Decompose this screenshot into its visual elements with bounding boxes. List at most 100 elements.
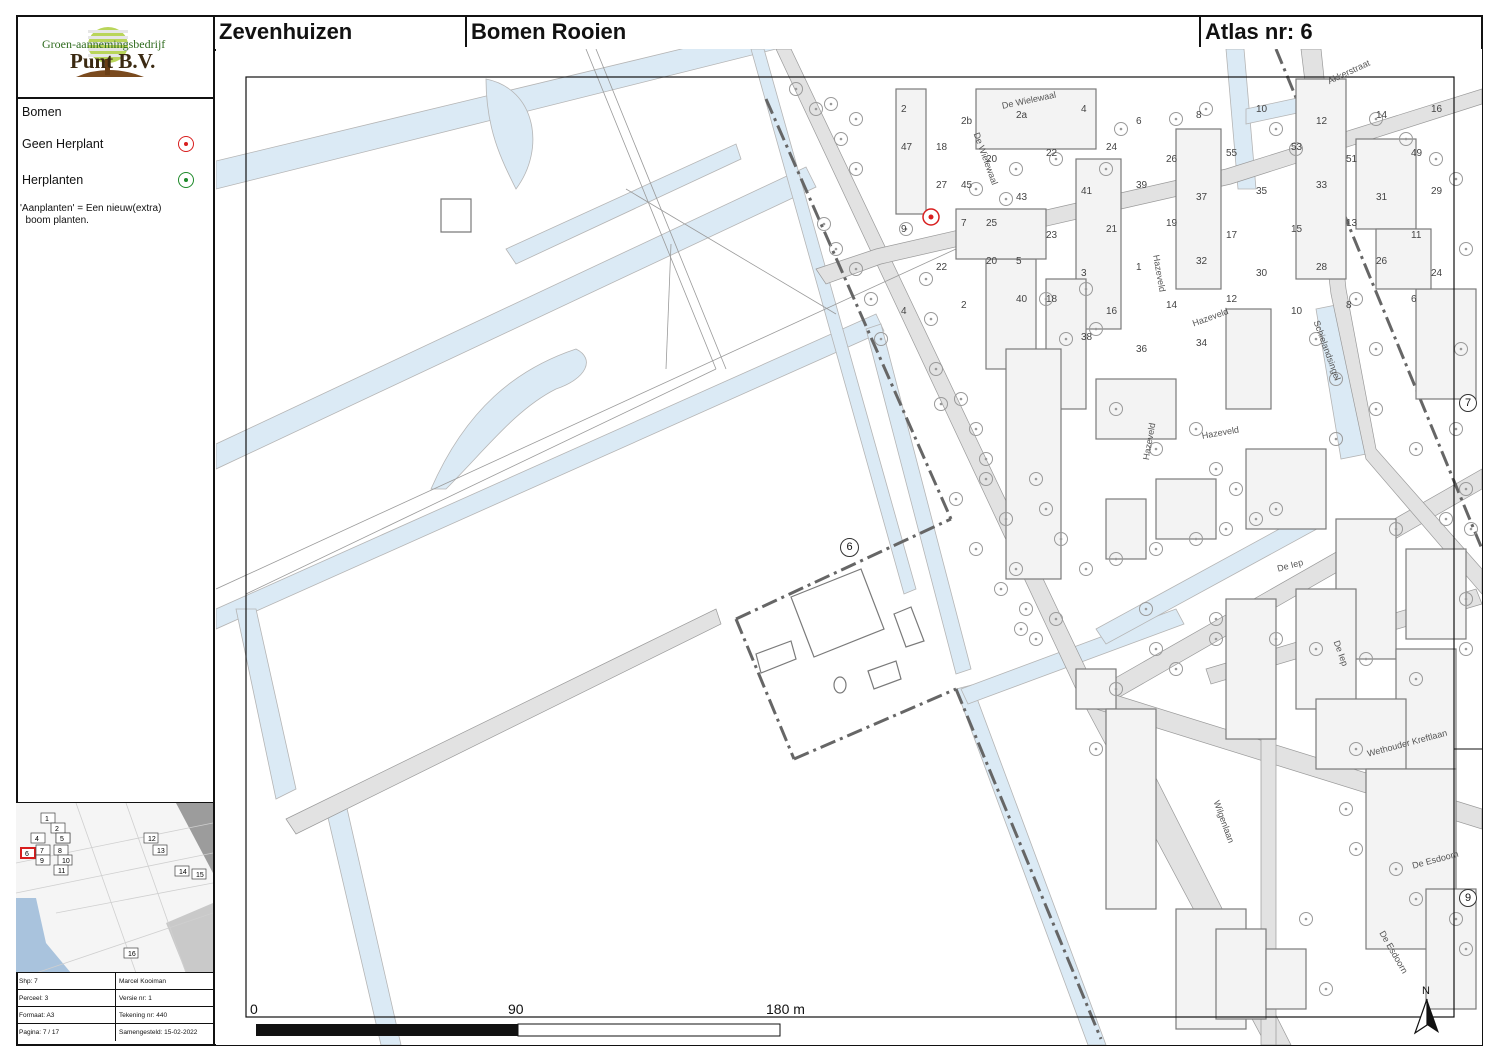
building-number: 8 — [1346, 300, 1352, 311]
tree-icon-center — [1214, 617, 1218, 621]
overview-sheet-label: 16 — [128, 951, 136, 958]
building-number: 10 — [1291, 306, 1303, 317]
tree-icon-center — [1224, 527, 1228, 531]
main-map[interactable]: De Wielewaal De Wielewaal Akkerstraat Hazev… — [216, 49, 1482, 1045]
place-title: Zevenhuizen — [219, 19, 353, 44]
tree-icon-center — [1374, 347, 1378, 351]
overview-sheet-label: 8 — [58, 848, 62, 855]
tree-icon-center — [1274, 127, 1278, 131]
building-number: 10 — [1256, 104, 1268, 115]
tree-icon-center — [1414, 677, 1418, 681]
tree-icon-center — [1394, 867, 1398, 871]
building-block — [1225, 598, 1277, 740]
overview-sheet-label: 2 — [55, 826, 59, 833]
building-number: 33 — [1316, 180, 1328, 191]
tree-icon-center — [924, 277, 928, 281]
building-number: 24 — [1106, 142, 1118, 153]
tree-icon-center — [829, 102, 833, 106]
parcel-marker[interactable]: 6 — [840, 538, 859, 557]
building-number: 24 — [1431, 268, 1443, 279]
building-number: 25 — [986, 218, 998, 229]
tree-icon-center — [1374, 407, 1378, 411]
company-logo: Groen-aannemingsbedrijf Punt B.V. — [16, 15, 213, 99]
tree-icon-center — [974, 427, 978, 431]
tree-icon-center — [1004, 517, 1008, 521]
building-block — [1005, 348, 1062, 580]
building-block — [1415, 288, 1477, 400]
tree-icon-center — [834, 247, 838, 251]
tree-icon-center — [1334, 437, 1338, 441]
building-block — [1355, 138, 1417, 230]
building-block — [1265, 948, 1307, 1010]
building-number: 29 — [1431, 186, 1443, 197]
tree-icon-center — [974, 547, 978, 551]
overview-map-graphic: 12345678910111213141516 — [16, 803, 213, 973]
overview-sheet-label: 11 — [58, 868, 65, 875]
tree-icon-center — [814, 107, 818, 111]
building-number: 21 — [1106, 224, 1118, 235]
tree-icon-center — [1464, 647, 1468, 651]
tree-icon-center — [1014, 167, 1018, 171]
building-block — [1405, 548, 1467, 640]
tree-icon-center — [1354, 847, 1358, 851]
building-number: 43 — [1016, 192, 1028, 203]
building-number: 13 — [1346, 218, 1358, 229]
tree-icon-center — [1464, 247, 1468, 251]
building-number: 15 — [1291, 224, 1303, 235]
building-number: 1 — [1136, 262, 1142, 273]
building-number: 12 — [1316, 116, 1328, 127]
building-number: 53 — [1291, 142, 1303, 153]
tree-icon-center — [929, 317, 933, 321]
building-number: 26 — [1166, 154, 1178, 165]
red-tree-marker-icon — [178, 136, 194, 152]
tree-icon-center — [1454, 177, 1458, 181]
tree-icon-center — [1094, 327, 1098, 331]
building-number: 14 — [1376, 110, 1388, 121]
tree-icon-center — [1119, 127, 1123, 131]
building-number: 6 — [1411, 294, 1417, 305]
tree-icon-center — [1014, 567, 1018, 571]
legend-item-geen-herplant-label: Geen Herplant — [22, 137, 104, 151]
building-number: 16 — [1106, 306, 1118, 317]
tree-icon-center — [1364, 657, 1368, 661]
tree-icon-center — [1004, 197, 1008, 201]
drawing-info-table: Shp: 7 Marcel Kooiman Perceel: 3 Versie … — [16, 972, 213, 1045]
tree-icon-center — [1274, 507, 1278, 511]
tree-icon-center — [1094, 747, 1098, 751]
building-number: 37 — [1196, 192, 1208, 203]
tree-icon-center — [1194, 537, 1198, 541]
building-block — [1215, 928, 1267, 1020]
building-number: 2 — [961, 300, 967, 311]
scale-label-0: 0 — [250, 1001, 258, 1017]
overview-sheet-label: 1 — [45, 816, 49, 823]
info-perceel: Perceel: 3 — [16, 990, 116, 1007]
tree-icon-center — [1034, 477, 1038, 481]
adjacent-sheet-marker[interactable]: 9 — [1459, 889, 1477, 907]
scale-label-90: 90 — [508, 1001, 524, 1017]
tree-icon-center — [1144, 607, 1148, 611]
adjacent-sheet-marker[interactable]: 7 — [1459, 394, 1477, 412]
tree-icon-center — [1314, 647, 1318, 651]
tree-icon-center — [854, 167, 858, 171]
tree-removal-marker-icon[interactable] — [921, 207, 941, 227]
building-number: 40 — [1016, 294, 1028, 305]
tree-icon-center — [1404, 137, 1408, 141]
info-samengesteld: Samengesteld: 15-02-2022 — [119, 1029, 198, 1036]
building-block — [1245, 448, 1327, 530]
tree-icon-center — [1154, 547, 1158, 551]
building-block — [1105, 708, 1157, 910]
building-number: 11 — [1411, 230, 1422, 241]
tree-icon-center — [1084, 287, 1088, 291]
building-block — [1295, 78, 1347, 280]
legend-note: 'Aanplanten' = Een nieuw(extra) boom pla… — [20, 203, 162, 226]
building-number: 38 — [1081, 332, 1093, 343]
tree-icon-center — [1234, 487, 1238, 491]
tree-icon-center — [1214, 467, 1218, 471]
tree-icon-center — [1174, 117, 1178, 121]
building-block — [1105, 498, 1147, 560]
tree-icon-center — [984, 457, 988, 461]
building-number: 26 — [1376, 256, 1388, 267]
legend-item-herplanten-label: Herplanten — [22, 173, 84, 187]
tree-icon-center — [1254, 517, 1258, 521]
north-arrow-icon: N — [1412, 985, 1442, 1035]
